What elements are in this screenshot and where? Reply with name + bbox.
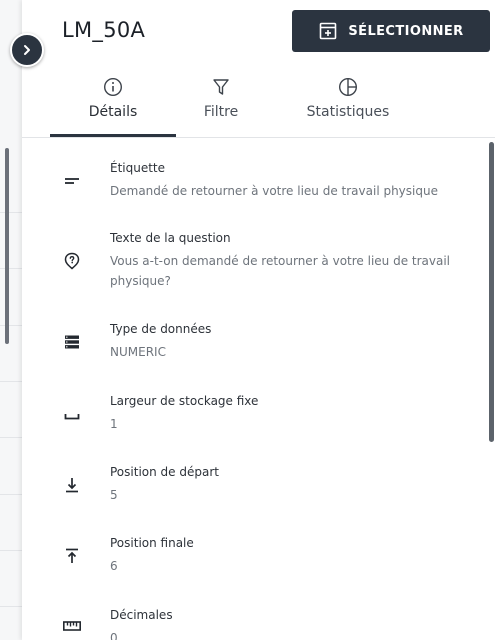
detail-value: 6 [110,559,118,573]
add-box-icon [320,22,337,40]
tab-statistics-label: Statistiques [306,104,390,120]
start-position-icon [66,478,78,493]
info-icon [103,77,123,97]
detail-title: Largeur de stockage fixe [110,394,259,408]
detail-title: Position finale [110,536,194,550]
background-strip [0,0,22,640]
detail-title: Position de départ [110,465,219,479]
detail-title: Décimales [110,608,173,622]
details-scrollbar[interactable] [489,142,494,442]
question-bubble-icon [64,252,80,270]
tab-filter[interactable]: Filtre [180,76,262,137]
ruler-icon [62,621,81,631]
variable-name: LM_50A [62,18,146,42]
detail-value: 0 [110,631,118,640]
tab-filter-label: Filtre [203,104,239,120]
chevron-right-icon [24,45,30,55]
tab-details[interactable]: Détails [72,76,154,137]
select-button[interactable]: SÉLECTIONNER [292,10,490,52]
tab-details-label: Détails [88,104,138,120]
detail-title: Texte de la question [110,231,231,245]
detail-title: Type de données [110,322,212,336]
active-tab-indicator [50,134,176,137]
detail-value: NUMERIC [110,345,166,359]
detail-value: 5 [110,488,118,502]
pie-chart-icon [338,77,358,97]
data-type-icon [65,335,79,349]
panel-header: LM_50A SÉLECTIONNER Détails Filtre Stati… [22,0,495,138]
storage-width-icon [64,414,80,420]
filter-icon [213,79,229,95]
background-scrollbar[interactable] [5,148,9,344]
detail-value: 1 [110,417,118,431]
end-position-icon [66,548,78,563]
tab-bar: Détails Filtre Statistiques [22,76,495,137]
detail-title: Étiquette [110,161,166,175]
detail-value: Demandé de retourner à votre lieu de tra… [110,184,438,198]
expand-panel-button[interactable] [10,33,44,67]
detail-value: Vous a-t-on demandé de retourner à votre… [110,254,451,288]
tab-statistics[interactable]: Statistiques [288,76,408,137]
select-button-label: SÉLECTIONNER [348,23,464,39]
label-lines-icon [65,178,79,184]
details-list: Étiquette Demandé de retourner à votre l… [22,138,487,640]
